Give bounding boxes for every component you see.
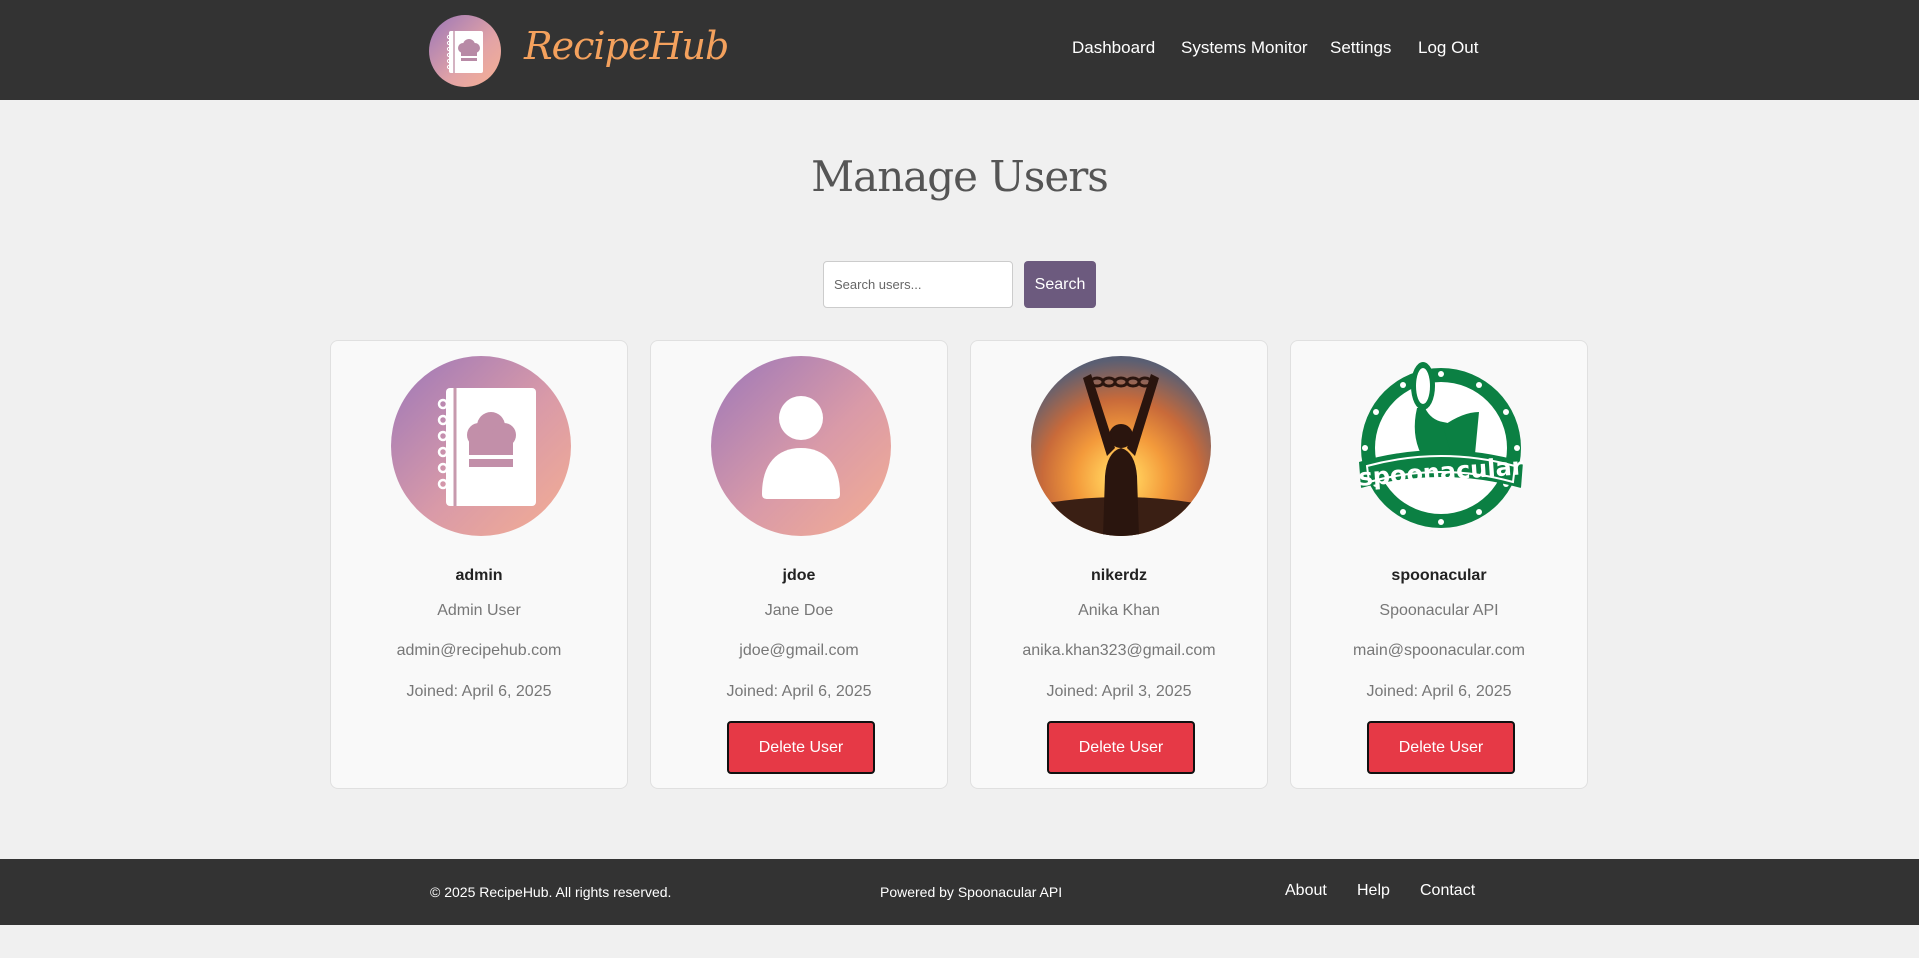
user-full-name: Admin User — [437, 602, 521, 619]
user-email: main@spoonacular.com — [1353, 642, 1525, 659]
nav-dashboard[interactable]: Dashboard — [1072, 38, 1155, 58]
cookbook-logo-icon — [391, 356, 571, 536]
search-input[interactable] — [823, 261, 1013, 308]
footer-link-help[interactable]: Help — [1357, 882, 1390, 900]
main-nav: Dashboard Systems Monitor Settings Log O… — [0, 38, 1919, 62]
delete-user-button[interactable]: Delete User — [727, 721, 875, 774]
site-footer: © 2025 RecipeHub. All rights reserved. P… — [0, 859, 1919, 925]
user-card-spoonacular: spoonacular spoonacular Spoonacular API … — [1290, 340, 1588, 789]
user-full-name: Spoonacular API — [1379, 602, 1499, 619]
user-card-admin: admin Admin User admin@recipehub.com Joi… — [330, 340, 628, 789]
user-joined-date: Joined: April 6, 2025 — [1366, 683, 1512, 700]
user-email: anika.khan323@gmail.com — [1022, 642, 1216, 659]
nav-settings[interactable]: Settings — [1330, 38, 1391, 58]
user-joined-date: Joined: April 3, 2025 — [1046, 683, 1192, 700]
user-email: admin@recipehub.com — [396, 642, 562, 659]
footer-powered-by: Powered by Spoonacular API — [880, 884, 1063, 900]
user-card-nikerdz: nikerdz Anika Khan anika.khan323@gmail.c… — [970, 340, 1268, 789]
page-title: Manage Users — [811, 152, 1109, 201]
site-header: RecipeHub Dashboard Systems Monitor Sett… — [0, 0, 1919, 100]
sunset-silhouette-photo — [1031, 356, 1211, 536]
user-joined-date: Joined: April 6, 2025 — [726, 683, 872, 700]
user-joined-date: Joined: April 6, 2025 — [406, 683, 552, 700]
username: jdoe — [782, 567, 816, 584]
user-card-jdoe: jdoe Jane Doe jdoe@gmail.com Joined: Apr… — [650, 340, 948, 789]
footer-link-contact[interactable]: Contact — [1420, 882, 1475, 900]
user-email: jdoe@gmail.com — [739, 642, 859, 659]
delete-user-button[interactable]: Delete User — [1047, 721, 1195, 774]
username: admin — [455, 567, 503, 584]
footer-copyright: © 2025 RecipeHub. All rights reserved. — [430, 884, 672, 900]
default-user-icon — [711, 356, 891, 536]
search-button[interactable]: Search — [1024, 261, 1096, 308]
nav-log-out[interactable]: Log Out — [1418, 38, 1479, 58]
spoonacular-logo: spoonacular — [1351, 356, 1531, 536]
nav-systems-monitor[interactable]: Systems Monitor — [1181, 38, 1308, 58]
footer-link-about[interactable]: About — [1285, 882, 1327, 900]
delete-user-button[interactable]: Delete User — [1367, 721, 1515, 774]
username: spoonacular — [1391, 567, 1487, 584]
user-full-name: Anika Khan — [1078, 602, 1160, 619]
username: nikerdz — [1090, 567, 1147, 584]
user-full-name: Jane Doe — [764, 602, 834, 619]
